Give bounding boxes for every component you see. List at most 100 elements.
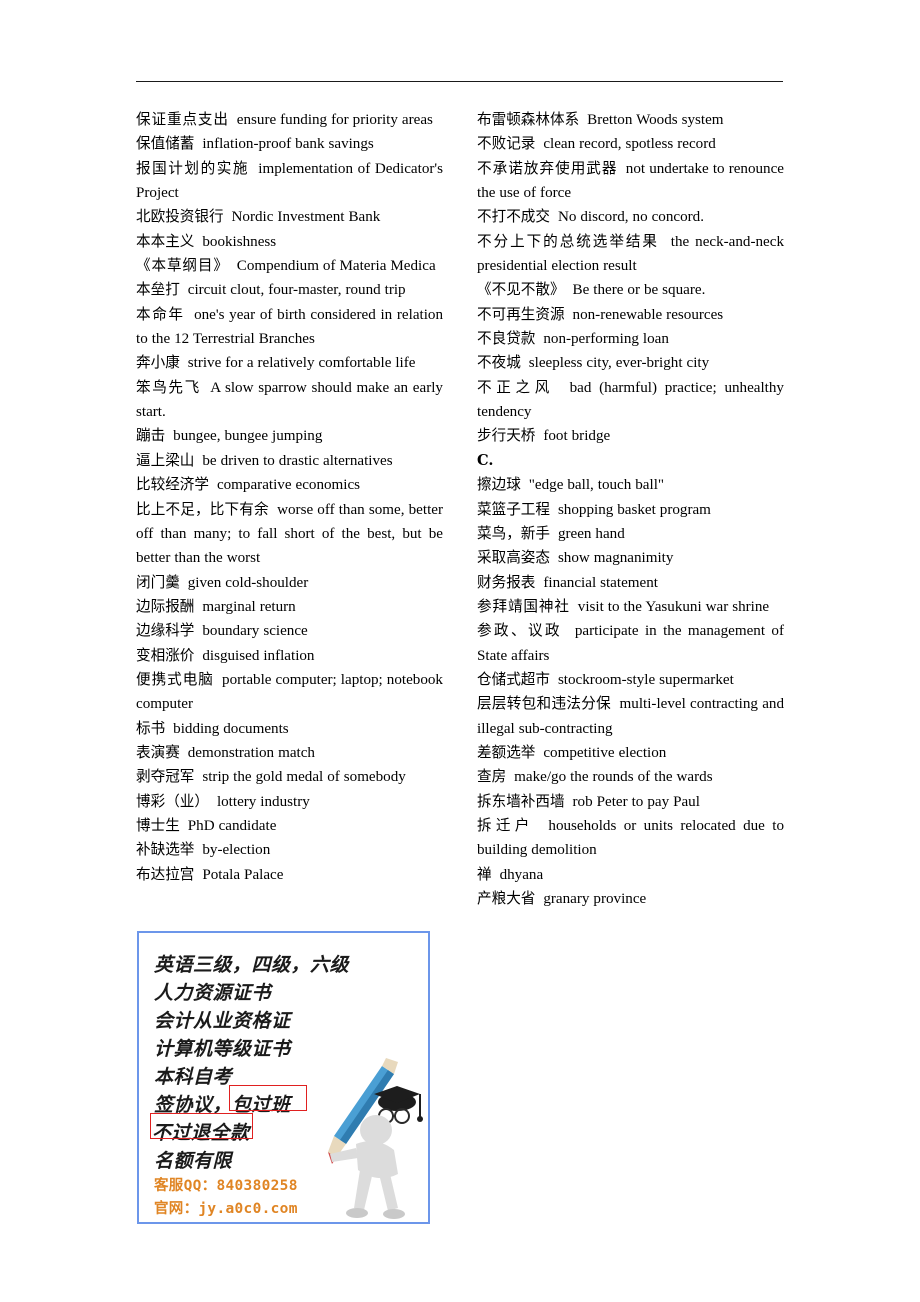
entry-gloss-en: sleepless city, ever-bright city [528,355,710,372]
entry-separator [659,234,671,250]
entry-gloss-en: given cold-shoulder [187,574,309,591]
glossary-entry: 逼上梁山 be driven to drastic alternatives [136,449,443,473]
entry-term-zh: 不夜城 [477,354,521,372]
document-page: 保证重点支出 ensure funding for priority areas… [0,0,920,1302]
glossary-entry: 财务报表 financial statement [477,571,784,595]
entry-separator [209,794,217,810]
entry-term-zh: 博士生 [136,816,180,834]
entry-gloss-en: bidding documents [173,720,289,737]
graduate-with-pencil-illustration [328,1058,423,1219]
ad-website-contact[interactable]: 官网：jy.a0c0.com [154,1197,298,1218]
glossary-entry: 博士生 PhD candidate [136,814,443,838]
entry-gloss-en: stockroom-style supermarket [557,671,734,688]
entry-term-zh: 比较经济学 [136,476,209,494]
glossary-entry: 笨鸟先飞 A slow sparrow should make an early… [136,376,443,425]
glossary-entry: 比较经济学 comparative economics [136,473,443,497]
entry-gloss-en: make/go the rounds of the wards [514,769,713,786]
entry-gloss-en: non-performing loan [543,331,669,348]
entry-term-zh: 布雷顿森林体系 [477,111,580,128]
glossary-entry: 保值储蓄 inflation-proof bank savings [136,132,443,156]
glossary-entry: 本命年 one's year of birth considered in re… [136,303,443,352]
entry-separator [565,307,573,323]
entry-term-zh: 拆东墙补西墙 [477,792,565,810]
glossary-entry: 步行天桥 foot bridge [477,424,784,448]
glossary-entry: 补缺选举 by-election [136,838,443,862]
entry-gloss-en: non-renewable resources [572,306,724,323]
entry-gloss-en: shopping basket program [557,501,711,518]
right-text-column: 布雷顿森林体系 Bretton Woods system 不败记录 clean r… [477,108,784,911]
ad-line-3: 会计从业资格证 [154,1010,291,1032]
glossary-entry: 《不见不散》 Be there or be square. [477,278,784,302]
entry-separator [180,745,188,761]
left-text-column: 保证重点支出 ensure funding for priority areas… [136,108,443,911]
glossary-entry: 标书 bidding documents [136,717,443,741]
entry-gloss-en: financial statement [543,574,658,591]
header-rule [136,81,783,82]
entry-separator [550,209,558,225]
entry-separator [521,477,529,493]
entry-gloss-en: "edge ball, touch ball" [528,477,665,494]
entry-term-zh: 擦边球 [477,476,521,494]
glossary-entry: 禅 dhyana [477,863,784,887]
entry-gloss-en: lottery industry [216,793,310,810]
entry-gloss-en: No discord, no concord. [557,209,704,226]
entry-term-zh: 《本草纲目》 [136,257,229,275]
entry-separator [550,526,558,542]
glossary-entry: 表演赛 demonstration match [136,741,443,765]
entry-term-zh: 不打不成交 [477,208,550,226]
glossary-entry: 层层转包和违法分保 multi-level contracting and il… [477,692,784,741]
entry-separator [618,161,626,177]
glossary-entry: 剥夺冠军 strip the gold medal of somebody [136,765,443,789]
glossary-entry: 差额选举 competitive election [477,741,784,765]
entry-gloss-en: bungee, bungee jumping [173,428,323,445]
entry-term-zh: 不正之风 [477,378,555,396]
entry-separator [562,623,575,639]
entry-gloss-en: Potala Palace [202,866,284,883]
entry-term-zh: 不良贷款 [477,330,536,348]
entry-term-zh: 蹦击 [136,427,166,445]
entry-gloss-en: Bretton Woods system [587,112,724,128]
entry-term-zh: 逼上梁山 [136,451,195,469]
entry-separator [214,672,222,688]
entry-gloss-en: green hand [557,525,625,542]
entry-separator [229,258,237,274]
entry-separator [521,355,529,371]
entry-separator [249,161,258,177]
glossary-entry: 边际报酬 marginal return [136,595,443,619]
entry-separator [611,696,620,712]
entry-term-zh: 差额选举 [477,743,536,761]
glossary-entry: 菜篮子工程 shopping basket program [477,498,784,522]
entry-term-zh: 布达拉宫 [136,865,195,883]
glossary-entry: 采取高姿态 show magnanimity [477,546,784,570]
two-column-body: 保证重点支出 ensure funding for priority areas… [136,108,784,911]
entry-gloss-en: demonstration match [187,744,315,761]
entry-gloss-en: be driven to drastic alternatives [202,452,393,469]
entry-separator [570,599,578,615]
entry-separator [180,282,188,298]
entry-term-zh: 表演赛 [136,743,180,761]
glossary-entry: 保证重点支出 ensure funding for priority areas [136,108,443,132]
glossary-entry: 报国计划的实施 implementation of Dedicator's Pr… [136,157,443,206]
entry-term-zh: 剥夺冠军 [136,768,195,786]
entry-term-zh: 《不见不散》 [477,281,565,299]
entry-gloss-en: by-election [202,842,271,859]
entry-term-zh: C. [477,451,494,469]
entry-term-zh: 边际报酬 [136,597,195,615]
ad-qq-contact[interactable]: 客服QQ：840380258 [154,1174,298,1195]
glossary-entry: 不可再生资源 non-renewable resources [477,303,784,327]
entry-term-zh: 不可再生资源 [477,305,565,323]
glossary-entry: 仓储式超市 stockroom-style supermarket [477,668,784,692]
glossary-entry: 不正之风 bad (harmful) practice; unhealthy t… [477,376,784,425]
advertisement-box[interactable]: 英语三级，四级，六级 人力资源证书 会计从业资格证 计算机等级证书 本科自考 签… [137,931,430,1224]
entry-gloss-en: bookishness [202,233,277,250]
entry-term-zh: 采取高姿态 [477,549,550,567]
entry-separator [550,502,558,518]
glossary-entry: 本垒打 circuit clout, four-master, round tr… [136,278,443,302]
glossary-entry: 拆迁户 households or units relocated due to… [477,814,784,863]
entry-term-zh: 报国计划的实施 [136,159,249,177]
entry-gloss-en: visit to the Yasukuni war shrine [577,598,770,615]
entry-separator [224,209,232,225]
entry-separator [492,867,500,883]
entry-gloss-en: inflation-proof bank savings [202,136,374,153]
entry-term-zh: 参政、议政 [477,622,563,640]
